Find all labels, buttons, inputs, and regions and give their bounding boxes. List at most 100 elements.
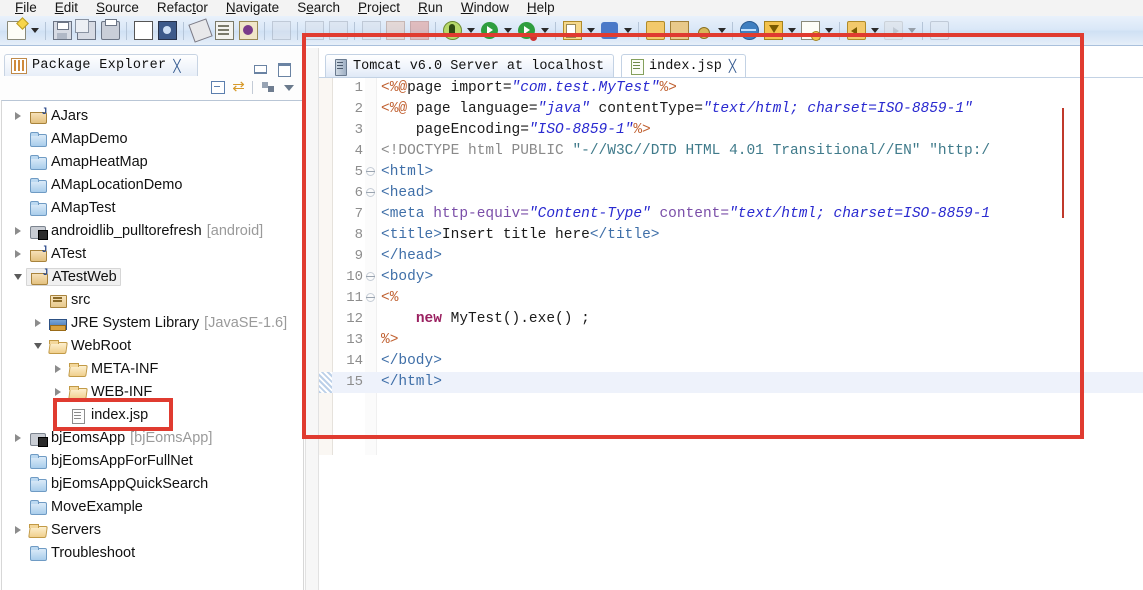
code-line[interactable]: 13 %> xyxy=(319,330,1143,351)
code-line[interactable]: 8 <title>Insert title here</title> xyxy=(319,225,1143,246)
debug-button-dropdown-icon[interactable] xyxy=(464,20,477,42)
twisty-collapsed-icon[interactable] xyxy=(10,430,26,446)
open-web-browser-button[interactable] xyxy=(738,20,760,42)
twisty-collapsed-icon[interactable] xyxy=(10,522,26,538)
print-button[interactable] xyxy=(99,19,121,42)
twisty-expanded-icon[interactable] xyxy=(10,269,26,285)
tree-item-ajars[interactable]: AJars xyxy=(2,104,303,127)
tree-item-bjeomsapp[interactable]: bjEomsApp [bjEomsApp] xyxy=(2,426,303,449)
tree-item-atest[interactable]: ATest xyxy=(2,242,303,265)
annotate-button-dropdown-icon[interactable] xyxy=(822,20,835,42)
maximize-icon[interactable] xyxy=(277,62,291,77)
tree-item-atestweb[interactable]: ATestWeb xyxy=(2,265,303,288)
tree-item-index-jsp[interactable]: index.jsp xyxy=(2,403,303,426)
fold-collapse-icon[interactable] xyxy=(366,293,376,303)
editor-tab-index-jsp[interactable]: index.jsp ╳ xyxy=(621,54,747,78)
code-line[interactable]: 5 <html> xyxy=(319,162,1143,183)
fold-collapse-icon[interactable] xyxy=(366,188,376,198)
tree-item-androidlib-pulltorefresh[interactable]: androidlib_pulltorefresh [android] xyxy=(2,219,303,242)
tree-item-amapheatmap[interactable]: AmapHeatMap xyxy=(2,150,303,173)
run-button[interactable] xyxy=(478,20,500,42)
import-button-dropdown-icon[interactable] xyxy=(785,20,798,42)
new-button-dropdown-icon[interactable] xyxy=(28,20,41,42)
tree-item-amaplocationdemo[interactable]: AMapLocationDemo xyxy=(2,173,303,196)
run-button-dropdown-icon[interactable] xyxy=(501,20,514,42)
menu-item-file[interactable]: File xyxy=(6,0,46,16)
code-line[interactable]: 1 <%@page import="com.test.MyTest"%> xyxy=(319,78,1143,99)
twisty-collapsed-icon[interactable] xyxy=(30,315,46,331)
code-line[interactable]: 4 <!DOCTYPE html PUBLIC "-//W3C//DTD HTML… xyxy=(319,141,1143,162)
back-button-dropdown-icon[interactable] xyxy=(868,20,881,42)
save-all-button[interactable] xyxy=(74,19,97,42)
debug-button[interactable] xyxy=(441,20,463,42)
twisty-collapsed-icon[interactable] xyxy=(10,246,26,262)
menu-item-source[interactable]: Source xyxy=(87,0,148,16)
code-line[interactable]: 11 <% xyxy=(319,288,1143,309)
search-button[interactable] xyxy=(692,20,714,42)
minimize-icon[interactable] xyxy=(253,62,267,76)
tree-item-amaptest[interactable]: AMapTest xyxy=(2,196,303,219)
tree-item-meta-inf[interactable]: META-INF xyxy=(2,357,303,380)
open-type-button[interactable] xyxy=(156,20,178,42)
tree-item-bjeomsappquicksearch[interactable]: bjEomsAppQuickSearch xyxy=(2,472,303,495)
collapse-all-icon[interactable] xyxy=(208,78,227,96)
new-java-class-button-dropdown-icon[interactable] xyxy=(584,20,597,42)
search-button-dropdown-icon[interactable] xyxy=(715,20,728,42)
annotate-button[interactable] xyxy=(799,20,821,42)
twisty-collapsed-icon[interactable] xyxy=(10,108,26,124)
open-type-button-2[interactable] xyxy=(644,20,666,42)
import-button[interactable] xyxy=(762,20,784,42)
menu-item-search[interactable]: Search xyxy=(288,0,349,16)
tab-package-explorer[interactable]: Package Explorer ╳ xyxy=(4,54,198,76)
close-icon[interactable]: ╳ xyxy=(173,60,180,72)
run-server-button[interactable] xyxy=(515,20,537,42)
skip-breakpoints-button[interactable] xyxy=(187,18,213,43)
view-menu-icon[interactable] xyxy=(259,78,278,96)
menu-item-project[interactable]: Project xyxy=(349,0,409,16)
new-java-package-button-dropdown-icon[interactable] xyxy=(621,20,634,42)
code-line[interactable]: 6 <head> xyxy=(319,183,1143,204)
menu-item-help[interactable]: Help xyxy=(518,0,564,16)
back-button[interactable] xyxy=(845,20,867,42)
menu-item-navigate[interactable]: Navigate xyxy=(217,0,288,16)
tree-item-webroot[interactable]: WebRoot xyxy=(2,334,303,357)
twisty-collapsed-icon[interactable] xyxy=(10,223,26,239)
generate-javadoc-button[interactable] xyxy=(237,20,259,42)
code-line[interactable]: 9 </head> xyxy=(319,246,1143,267)
tree-item-src[interactable]: src xyxy=(2,288,303,311)
code-line[interactable]: 12 new MyTest().exe() ; xyxy=(319,309,1143,330)
tree-item-amapdemo[interactable]: AMapDemo xyxy=(2,127,303,150)
menu-item-refactor[interactable]: Refactor xyxy=(148,0,217,16)
tree-item-web-inf[interactable]: WEB-INF xyxy=(2,380,303,403)
code-line[interactable]: 14 </body> xyxy=(319,351,1143,372)
twisty-collapsed-icon[interactable] xyxy=(50,361,66,377)
tree-item-troubleshoot[interactable]: Troubleshoot xyxy=(2,541,303,564)
fold-collapse-icon[interactable] xyxy=(366,272,376,282)
code-line[interactable]: 15 </html> xyxy=(319,372,1143,393)
toggle-binary-button[interactable] xyxy=(132,20,154,42)
new-button[interactable] xyxy=(5,20,27,42)
save-button[interactable] xyxy=(51,20,73,42)
code-line[interactable]: 2 <%@ page language="java" contentType="t… xyxy=(319,99,1143,120)
tree-item-moveexample[interactable]: MoveExample xyxy=(2,495,303,518)
menu-item-edit[interactable]: Edit xyxy=(46,0,87,16)
chevron-down-icon[interactable] xyxy=(280,78,299,96)
editor-tab-tomcat-v6-0-server-at-localhost[interactable]: Tomcat v6.0 Server at localhost xyxy=(325,54,615,78)
new-java-package-button[interactable] xyxy=(598,20,620,42)
menu-item-window[interactable]: Window xyxy=(452,0,518,16)
twisty-expanded-icon[interactable] xyxy=(30,338,46,354)
close-icon[interactable]: ╳ xyxy=(729,61,736,73)
open-task-button[interactable] xyxy=(668,20,690,42)
twisty-collapsed-icon[interactable] xyxy=(50,384,66,400)
tree-item-jre-system-library[interactable]: JRE System Library [JavaSE-1.6] xyxy=(2,311,303,334)
fold-collapse-icon[interactable] xyxy=(366,167,376,177)
link-editor-icon[interactable]: ⇄ xyxy=(229,78,248,96)
new-java-class-button[interactable] xyxy=(561,20,583,42)
package-explorer-tree[interactable]: AJars AMapDemo AmapHeatMap AMapLocationDemo… xyxy=(1,100,304,590)
code-line[interactable]: 10 <body> xyxy=(319,267,1143,288)
run-server-button-dropdown-icon[interactable] xyxy=(538,20,551,42)
tree-item-bjeomsappforfullnet[interactable]: bjEomsAppForFullNet xyxy=(2,449,303,472)
code-line[interactable]: 7 <meta http-equiv="Content-Type" content… xyxy=(319,204,1143,225)
menu-item-run[interactable]: Run xyxy=(409,0,452,16)
sash-divider[interactable] xyxy=(305,48,319,590)
